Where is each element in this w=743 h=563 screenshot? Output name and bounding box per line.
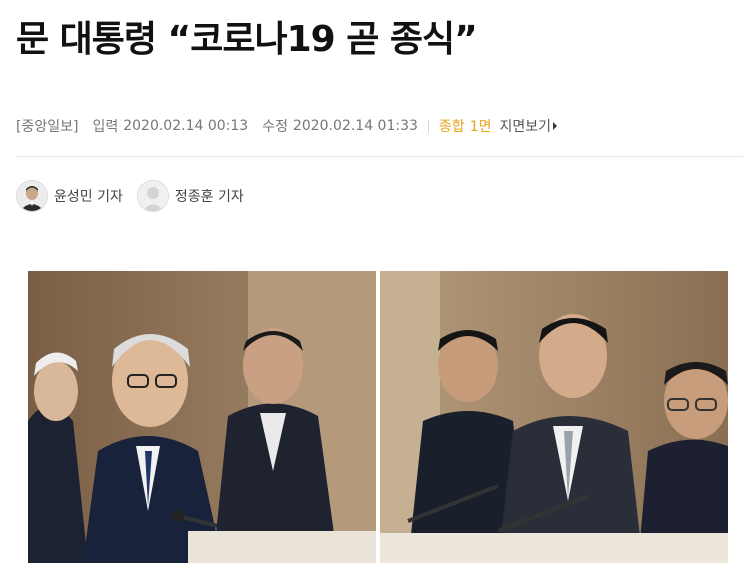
modified-time: 2020.02.14 01:33: [292, 118, 418, 134]
article-page: 문 대통령 “코로나19 곧 종식” [중앙일보] 입력 2020.02.14 …: [0, 0, 743, 563]
reporter-name[interactable]: 정종훈 기자: [175, 186, 244, 206]
default-user-icon: [136, 180, 169, 212]
modified-label: 수정: [262, 119, 288, 135]
reporter-item[interactable]: 윤성민 기자: [16, 180, 123, 212]
source-label: [중앙일보]: [16, 119, 79, 135]
article-photo: [28, 271, 728, 563]
triangle-right-icon[interactable]: [553, 122, 558, 130]
page-number[interactable]: 1면: [470, 116, 492, 136]
viewer-link[interactable]: 지면보기: [499, 116, 551, 136]
input-label: 입력: [92, 119, 119, 135]
input-time: 2020.02.14 00:13: [123, 118, 249, 134]
meta-divider: [427, 119, 429, 133]
reporter-list: 윤성민 기자 정종훈 기자: [16, 180, 258, 212]
section-link[interactable]: 종합: [439, 116, 465, 136]
meta-divider-line: [16, 156, 743, 157]
meeting-photo: [28, 271, 728, 563]
article-headline: 문 대통령 “코로나19 곧 종식”: [16, 19, 478, 60]
article-meta: [중앙일보] 입력 2020.02.14 00:13 수정 2020.02.14…: [16, 116, 558, 136]
reporter-photo-icon: [16, 180, 48, 212]
reporter-name[interactable]: 윤성민 기자: [54, 186, 123, 206]
reporter-item[interactable]: 정종훈 기자: [136, 180, 244, 212]
